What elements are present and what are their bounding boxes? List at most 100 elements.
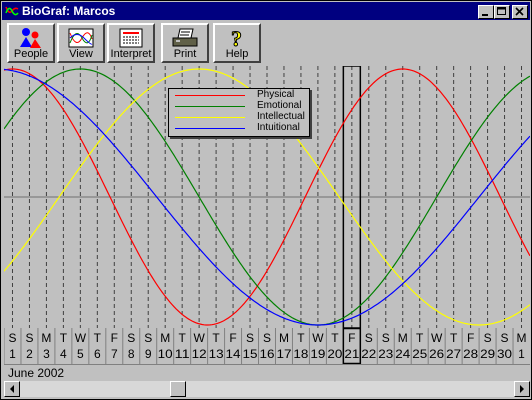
date-label: 14 xyxy=(226,347,241,361)
weekday-label: S xyxy=(144,331,152,345)
weekday-label: F xyxy=(467,331,474,345)
app-icon xyxy=(5,6,19,16)
weekday-label: M xyxy=(398,331,408,345)
date-label: 17 xyxy=(276,347,291,361)
date-label: 6 xyxy=(94,347,101,361)
weekday-label: M xyxy=(517,331,527,345)
legend-swatch xyxy=(175,128,245,129)
people-icon xyxy=(20,28,41,48)
weekday-label: W xyxy=(312,331,324,345)
weekday-label: T xyxy=(450,331,458,345)
weekday-label: S xyxy=(8,331,16,345)
arrow-left-icon xyxy=(10,385,14,393)
date-label: 21 xyxy=(344,347,359,361)
date-label: 30 xyxy=(497,347,512,361)
date-label: 12 xyxy=(192,347,207,361)
print-icon xyxy=(172,28,198,47)
legend-swatch xyxy=(175,95,245,96)
scroll-thumb[interactable] xyxy=(170,381,186,397)
legend-swatch xyxy=(175,117,245,118)
date-label: 22 xyxy=(361,347,376,361)
help-icon: ? xyxy=(231,27,243,49)
weekday-label: M xyxy=(41,331,51,345)
minimize-button[interactable] xyxy=(478,5,494,19)
weekday-label: S xyxy=(263,331,271,345)
weekday-label: S xyxy=(127,331,135,345)
chart-legend: Physical Emotional Intellectual Intuitio… xyxy=(168,88,310,137)
date-label: 15 xyxy=(243,347,258,361)
date-label: 10 xyxy=(158,347,173,361)
horizontal-scrollbar[interactable] xyxy=(4,381,530,397)
date-label: 11 xyxy=(175,347,190,361)
help-button-label: Help xyxy=(225,48,249,60)
weekday-label: T xyxy=(178,331,186,345)
weekday-label: T xyxy=(331,331,339,345)
help-button[interactable]: ? Help xyxy=(213,23,261,63)
people-button-label: People xyxy=(13,48,49,60)
date-label: 13 xyxy=(209,347,224,361)
weekday-label: W xyxy=(431,331,443,345)
month-label: June 2002 xyxy=(8,366,65,380)
weekday-label: W xyxy=(193,331,205,345)
date-label: 20 xyxy=(327,347,342,361)
date-label: 28 xyxy=(463,347,478,361)
minimize-icon xyxy=(482,14,488,16)
date-label: 16 xyxy=(260,347,275,361)
weekday-label: F xyxy=(348,331,355,345)
view-button-label: View xyxy=(69,48,93,60)
weekday-label: S xyxy=(365,331,373,345)
date-label: 1 xyxy=(9,347,16,361)
date-label: 23 xyxy=(378,347,393,361)
interpret-button[interactable]: Interpret xyxy=(107,23,155,63)
svg-text:?: ? xyxy=(231,27,242,49)
weekday-label: W xyxy=(75,331,87,345)
scroll-right-button[interactable] xyxy=(514,381,530,397)
print-button-label: Print xyxy=(173,48,197,60)
date-label: 8 xyxy=(128,347,135,361)
legend-label: Intellectual xyxy=(257,111,305,122)
date-label: 29 xyxy=(480,347,495,361)
date-label: 1 xyxy=(518,347,525,361)
weekday-label: M xyxy=(160,331,170,345)
maximize-icon xyxy=(497,7,506,15)
people-button[interactable]: People xyxy=(7,23,55,63)
title-bar[interactable]: BioGraf: Marcos xyxy=(2,2,530,20)
date-label: 5 xyxy=(77,347,84,361)
window-title: BioGraf: Marcos xyxy=(22,4,116,18)
weekday-label: T xyxy=(60,331,68,345)
arrow-right-icon xyxy=(520,385,524,393)
app-window: BioGraf: Marcos People View Interpret Pr… xyxy=(0,0,532,400)
print-button[interactable]: Print xyxy=(161,23,209,63)
weekday-label: T xyxy=(212,331,220,345)
date-label: 27 xyxy=(446,347,461,361)
scroll-left-button[interactable] xyxy=(4,381,20,397)
legend-label: Physical xyxy=(257,89,295,100)
weekday-label: F xyxy=(111,331,118,345)
date-label: 24 xyxy=(395,347,410,361)
view-button[interactable]: View xyxy=(57,23,105,63)
date-label: 3 xyxy=(43,347,50,361)
date-label: 18 xyxy=(293,347,308,361)
weekday-label: S xyxy=(246,331,254,345)
weekday-label: S xyxy=(25,331,33,345)
day-axis: S1S2M3T4W5T6F7S8S9M10T11W12T13F14S15S16M… xyxy=(4,328,530,364)
weekday-label: T xyxy=(297,331,305,345)
toolbar: People View Interpret Print ? Help xyxy=(3,22,529,64)
legend-label: Emotional xyxy=(257,100,302,111)
close-button[interactable] xyxy=(512,5,528,19)
weekday-label: S xyxy=(382,331,390,345)
date-label: 26 xyxy=(429,347,444,361)
date-label: 7 xyxy=(111,347,118,361)
month-label-bar: June 2002 xyxy=(4,364,530,381)
date-label: 19 xyxy=(310,347,325,361)
close-icon xyxy=(515,7,524,16)
maximize-button[interactable] xyxy=(494,5,510,19)
date-label: 9 xyxy=(145,347,152,361)
legend-item-intuitional: Intuitional xyxy=(173,122,305,134)
legend-swatch xyxy=(175,106,245,107)
interpret-icon xyxy=(119,28,143,48)
date-label: 4 xyxy=(60,347,67,361)
weekday-label: S xyxy=(501,331,509,345)
weekday-label: T xyxy=(94,331,102,345)
date-label: 25 xyxy=(412,347,427,361)
